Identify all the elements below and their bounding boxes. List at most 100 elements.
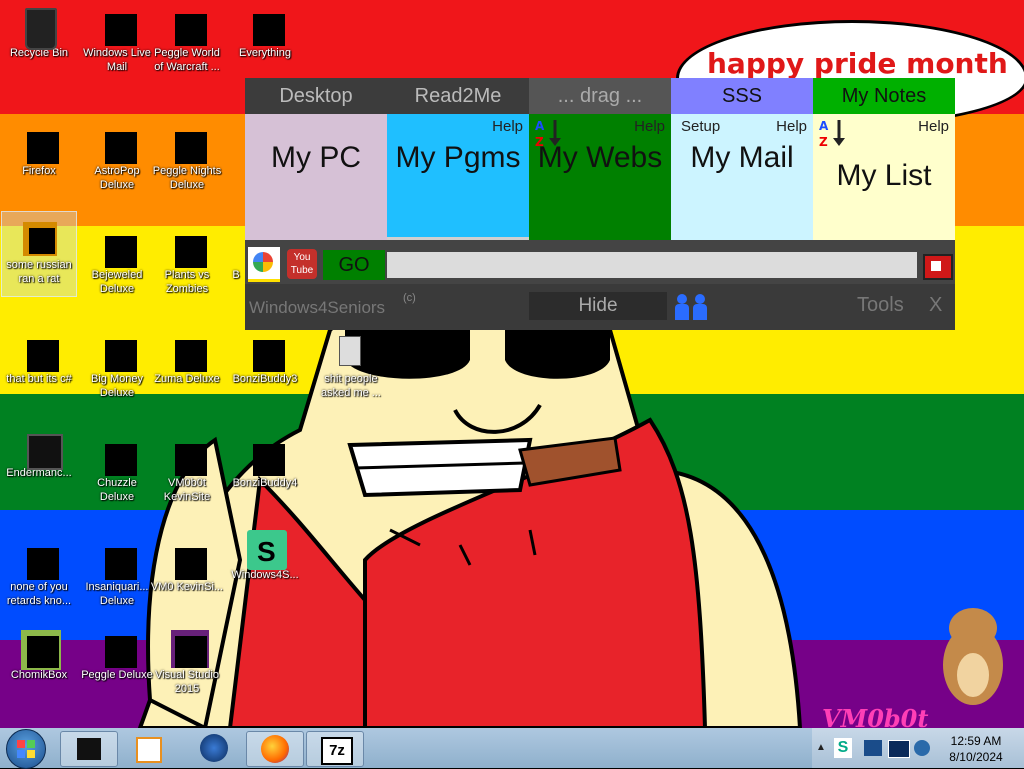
- image-icon: [21, 220, 57, 256]
- desktop-icon-endermanch[interactable]: Endermanc...: [2, 420, 76, 480]
- help-link[interactable]: Help: [492, 118, 523, 135]
- insaniquarium-icon: [99, 542, 137, 580]
- astropop-icon: [99, 126, 137, 164]
- tile-my-pc[interactable]: My PC: [245, 114, 387, 240]
- taskbar-app-7zip[interactable]: 7z: [306, 731, 364, 767]
- tile-title: My List: [836, 159, 932, 192]
- desktop-icon-partial[interactable]: B: [228, 222, 244, 282]
- desktop-icon-firefox[interactable]: Firefox: [2, 118, 76, 178]
- desktop-icon-plants-vs-zombies[interactable]: Plants vs Zombies: [150, 222, 224, 296]
- desktop-icon-windows-live-mail[interactable]: Windows Live Mail: [80, 0, 154, 74]
- bonzi-icon: [247, 334, 285, 372]
- icon-label: Plants vs Zombies: [164, 269, 210, 295]
- desktop-icon-peggle-nights[interactable]: Peggle Nights Deluxe: [150, 118, 224, 192]
- sss-tray-icon[interactable]: S: [834, 738, 852, 758]
- desktop-icon-everything[interactable]: Everything: [228, 0, 302, 60]
- icon-label: Windows4S...: [231, 569, 299, 581]
- tile-my-list[interactable]: AZ Help My List: [813, 114, 955, 240]
- desktop-icon-none-of-you[interactable]: none of you retards kno...: [2, 534, 76, 608]
- tab-read2me[interactable]: Read2Me: [387, 78, 529, 114]
- mail-icon: [99, 8, 137, 46]
- plants-vs-zombies-icon: [169, 230, 207, 268]
- copyright-mark: (c): [403, 292, 416, 304]
- panel-tiles: My PC Help My Pgms AZ Help My Webs Setup…: [245, 114, 955, 240]
- peggle-icon: [99, 630, 137, 668]
- clock[interactable]: 12:59 AM 8/10/2024: [936, 733, 1016, 765]
- desktop-icon-bejeweled[interactable]: Bejeweled Deluxe: [80, 222, 154, 296]
- sort-az-icon[interactable]: AZ: [819, 118, 849, 148]
- big-money-icon: [99, 334, 137, 372]
- icon-label: B: [232, 269, 240, 281]
- google-icon[interactable]: [248, 247, 280, 282]
- desktop-icon-russian-rat[interactable]: some russian ran a rat: [1, 211, 77, 297]
- go-button[interactable]: GO: [323, 250, 385, 280]
- desktop-icon-that-but-csharp[interactable]: that but its c#: [2, 326, 76, 386]
- help-link[interactable]: Help: [634, 118, 665, 135]
- desktop-icon-bonzibuddy3[interactable]: BonziBuddy3: [228, 326, 302, 386]
- desktop-icon-big-money[interactable]: Big Money Deluxe: [80, 326, 154, 400]
- text-file-icon: [333, 334, 369, 370]
- taskbar-app-media-player[interactable]: [120, 731, 176, 765]
- desktop-icon-vm0-kevinsite[interactable]: VM0 KevinSi...: [150, 534, 224, 594]
- hide-button[interactable]: Hide: [529, 292, 667, 320]
- desktop-icon-windows4seniors[interactable]: S Windows4S...: [228, 522, 302, 582]
- tile-my-pgms[interactable]: Help My Pgms: [387, 114, 529, 240]
- close-button[interactable]: X: [929, 294, 942, 317]
- peggle-nights-icon: [169, 126, 207, 164]
- monitor-tray-icon[interactable]: [888, 740, 910, 758]
- desktop-icon-visual-studio[interactable]: Visual Studio 2015: [150, 622, 224, 696]
- taskbar-app-globe[interactable]: [186, 731, 242, 765]
- globe-icon: [200, 734, 228, 762]
- desktop-icon-chomikbox[interactable]: ChomikBox: [2, 622, 76, 682]
- visual-studio-icon: [169, 630, 209, 668]
- chuzzle-icon: [99, 438, 137, 476]
- icon-label: ChomikBox: [10, 669, 68, 681]
- desktop-icon-insaniquarium[interactable]: Insaniquari... Deluxe: [80, 534, 154, 608]
- desktop-icon-bonzibuddy4[interactable]: BonziBuddy4: [228, 430, 302, 490]
- icon-label: Zuma Deluxe: [154, 373, 220, 385]
- tab-desktop[interactable]: Desktop: [245, 78, 387, 114]
- tab-drag-handle[interactable]: ... drag ...: [529, 78, 671, 114]
- desktop-icon-chuzzle[interactable]: Chuzzle Deluxe: [80, 430, 154, 504]
- network-tray-icon[interactable]: [864, 740, 882, 756]
- desktop-icon-recycle-bin[interactable]: Recycle Bin: [2, 0, 76, 60]
- bubble-text: happy pride month: [707, 47, 1008, 80]
- tools-button[interactable]: Tools: [857, 294, 904, 317]
- volume-tray-icon[interactable]: [914, 740, 930, 756]
- show-hidden-icons-chevron-icon[interactable]: ▲: [816, 742, 826, 753]
- tab-sss[interactable]: SSS: [671, 78, 813, 114]
- tile-title: My Pgms: [395, 141, 521, 174]
- svg-text:Z: Z: [819, 135, 828, 148]
- desktop-wallpaper: VM0b0t happy pride month Recycle Bin Win…: [0, 0, 1024, 728]
- tile-my-webs[interactable]: AZ Help My Webs: [529, 114, 671, 240]
- desktop-icon-shit-people-asked[interactable]: shit people asked me ...: [314, 326, 388, 400]
- icon-label: VM0 KevinSi...: [150, 581, 224, 593]
- desktop-icon-astropop[interactable]: AstroPop Deluxe: [80, 118, 154, 192]
- clock-date: 8/10/2024: [949, 750, 1003, 764]
- console-icon: [21, 428, 63, 470]
- tab-my-notes[interactable]: My Notes: [813, 78, 955, 114]
- tv-icon[interactable]: [921, 248, 953, 280]
- desktop-icon-vm0b0t-kevinsite[interactable]: VM0b0t KevinSite: [150, 430, 224, 504]
- firefox-icon: [261, 735, 289, 763]
- desktop-icon-peggle-deluxe[interactable]: Peggle Deluxe: [80, 622, 154, 682]
- setup-link[interactable]: Setup: [681, 118, 720, 135]
- taskbar-app-firefox[interactable]: [246, 731, 304, 767]
- file-icon: [169, 542, 207, 580]
- icon-label: BonziBuddy3: [232, 373, 298, 385]
- search-input[interactable]: [387, 252, 917, 278]
- icon-label: Everything: [239, 47, 291, 59]
- taskbar-app-black-square[interactable]: [60, 731, 118, 767]
- help-link[interactable]: Help: [776, 118, 807, 135]
- people-icon[interactable]: [673, 292, 713, 322]
- desktop-icon-zuma[interactable]: Zuma Deluxe: [150, 326, 224, 386]
- desktop-icon-peggle-wow[interactable]: Peggle World of Warcraft ...: [150, 0, 224, 74]
- youtube-icon[interactable]: You Tube: [287, 249, 317, 279]
- svg-text:A: A: [535, 119, 545, 133]
- help-link[interactable]: Help: [918, 118, 949, 135]
- icon-label: Insaniquari... Deluxe: [85, 581, 149, 607]
- start-button[interactable]: [6, 729, 46, 769]
- watermark-text: VM0b0t: [822, 704, 929, 728]
- tile-my-mail[interactable]: Setup Help My Mail: [671, 114, 813, 240]
- icon-label: BonziBuddy4: [232, 477, 298, 489]
